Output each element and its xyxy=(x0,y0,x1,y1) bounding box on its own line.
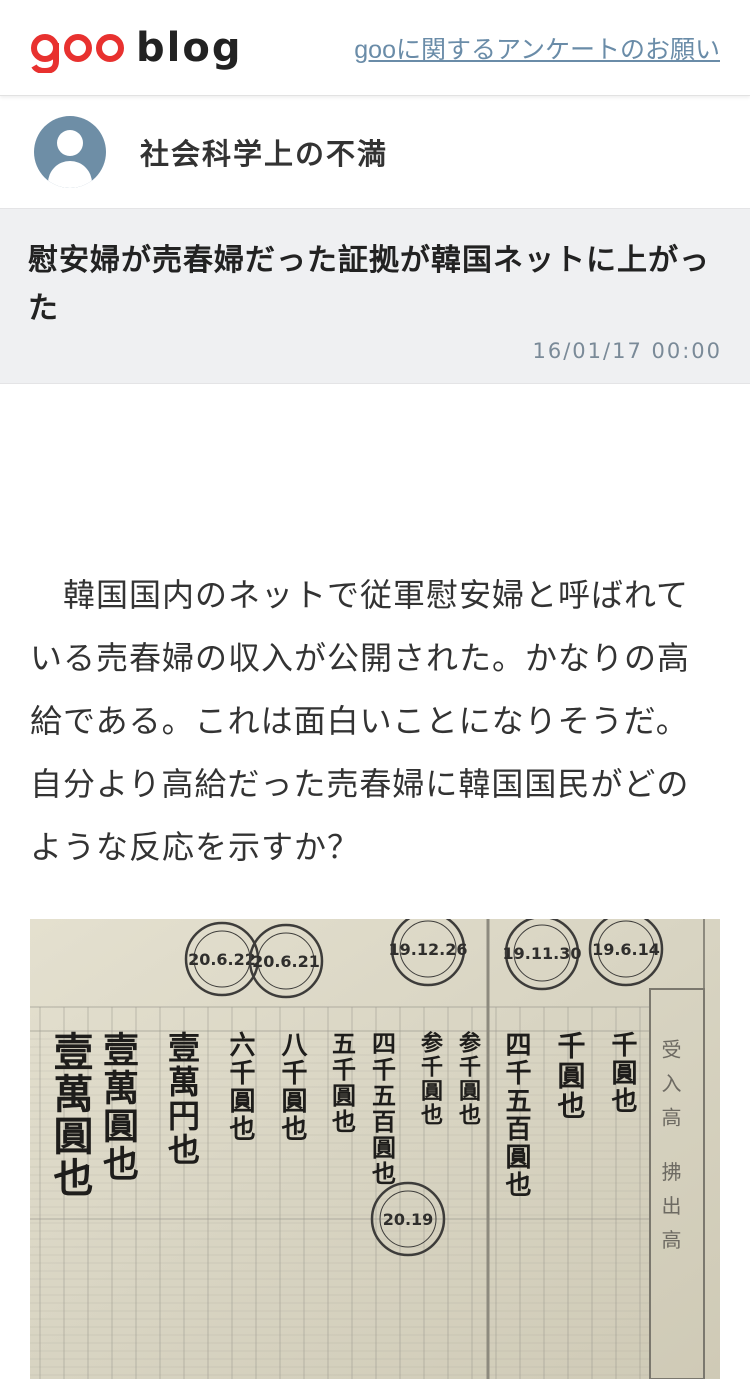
blog-title-bar: 社会科学上の不満 xyxy=(0,96,750,208)
stamp-date: 19.11.30 xyxy=(503,944,582,963)
logo-blog-word: blog xyxy=(136,24,243,71)
handwritten-amount: 壹萬圓也 xyxy=(97,1031,139,1183)
handwritten-amount: 四千五百圓也 xyxy=(368,1031,397,1187)
passbook-photo-image: 20.6.2220.6.21 19.12.26 19.11.30 19.6.14 20.… xyxy=(30,919,720,1379)
avatar[interactable] xyxy=(34,116,106,188)
survey-link[interactable]: gooに関するアンケートのお願い xyxy=(354,30,720,66)
stamp-date: 19.12.26 xyxy=(389,940,468,959)
blog-title[interactable]: 社会科学上の不満 xyxy=(140,131,388,173)
passbook-side-label: 受入高 拂出高 xyxy=(658,1039,682,1264)
handwritten-amount: 六千圓也 xyxy=(225,1031,255,1143)
article-header: 慰安婦が売春婦だった証拠が韓国ネットに上がった 16/01/17 00:00 xyxy=(0,208,750,384)
handwritten-amount: 八千圓也 xyxy=(277,1031,307,1143)
handwritten-amount: 壹萬圓也 xyxy=(47,1031,94,1199)
article-title: 慰安婦が売春婦だった証拠が韓国ネットに上がった xyxy=(28,243,710,326)
handwritten-amount: 参千圓也 xyxy=(417,1030,443,1127)
handwritten-amount: 千圓也 xyxy=(554,1031,587,1121)
goo-logo-icon xyxy=(31,33,124,73)
article-body: 韓国国内のネットで従軍慰安婦と呼ばれている売春婦の収入が公開された。かなりの高給… xyxy=(0,564,750,1379)
handwritten-amount: 壹萬円也 xyxy=(163,1031,201,1167)
site-header: blog gooに関するアンケートのお願い xyxy=(0,0,750,96)
avatar-head-shape xyxy=(57,130,83,156)
handwritten-amount: 四千五百圓也 xyxy=(501,1031,531,1199)
handwritten-amount: 千圓也 xyxy=(607,1031,637,1115)
goo-blog-logo[interactable]: blog xyxy=(30,23,242,73)
stamp-date: 19.6.14 xyxy=(592,940,660,959)
handwritten-amount: 五千圓也 xyxy=(328,1031,357,1135)
article-photo[interactable]: 20.6.22 20.6.21 19.12.26 19.11.30 19.6.14 20.… xyxy=(30,919,720,1379)
stamp-date: 20.6.22 xyxy=(188,950,256,969)
article-text: 韓国国内のネットで従軍慰安婦と呼ばれている売春婦の収入が公開された。かなりの高給… xyxy=(30,576,691,866)
stamp-date: 20.19 xyxy=(383,1210,434,1229)
article-date: 16/01/17 00:00 xyxy=(532,339,722,363)
handwritten-amount: 参千圓也 xyxy=(455,1030,481,1127)
avatar-body-shape xyxy=(48,161,92,188)
stamp-date: 20.6.21 xyxy=(252,952,320,971)
